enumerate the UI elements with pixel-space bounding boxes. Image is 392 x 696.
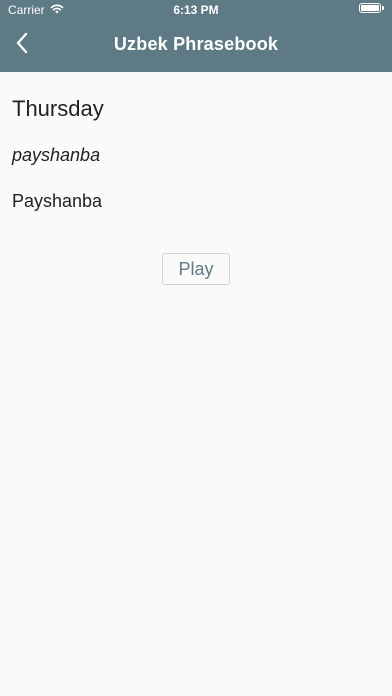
play-button[interactable]: Play	[162, 253, 230, 285]
transliteration-text: payshanba	[12, 145, 101, 165]
status-time: 6:13 PM	[173, 3, 219, 17]
navigation-bar: Uzbek Phrasebook	[0, 20, 392, 72]
status-right	[359, 3, 384, 13]
app-header: Carrier 6:13 PM Uzbek Phrasebook	[0, 0, 392, 72]
uzbek-phrase: Payshanba	[12, 191, 103, 211]
play-container: Play	[0, 253, 392, 285]
page-title: Uzbek Phrasebook	[113, 34, 279, 54]
battery-level	[361, 5, 379, 11]
phrase-detail-screen: Carrier 6:13 PM Uzbek Phrasebook Thursda…	[0, 0, 392, 696]
battery-icon	[359, 3, 381, 13]
phrase-content: Thursday payshanba Payshanba	[12, 72, 380, 212]
battery-nub	[382, 6, 384, 10]
english-phrase: Thursday	[12, 96, 104, 121]
status-bar: Carrier 6:13 PM	[0, 0, 392, 20]
